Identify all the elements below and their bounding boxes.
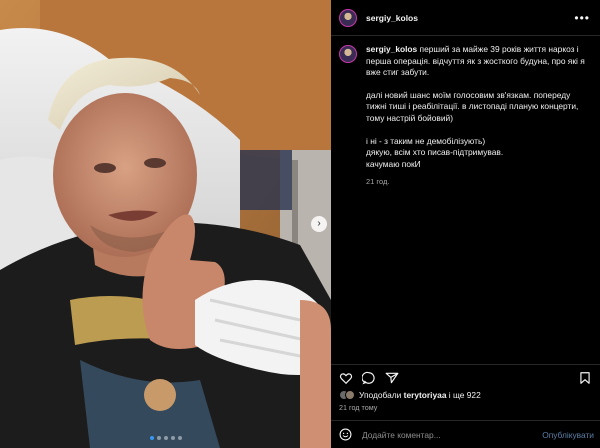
likes-suffix[interactable]: і ще 922 <box>446 390 481 400</box>
post-timestamp[interactable]: 21 год тому <box>339 403 377 412</box>
carousel-dot <box>178 436 182 440</box>
caption-author-avatar[interactable] <box>339 45 357 63</box>
comment-icon[interactable] <box>362 371 376 385</box>
caption-username[interactable]: sergiy_kolos <box>366 44 417 54</box>
photo-illustration <box>0 0 331 448</box>
emoji-icon[interactable] <box>339 428 352 441</box>
comment-input[interactable] <box>362 429 532 440</box>
carousel-dot <box>157 436 161 440</box>
ellipsis-icon[interactable]: ••• <box>574 11 590 25</box>
next-photo-button[interactable]: › <box>311 216 327 232</box>
post-details-panel: sergiy_kolos ••• sergiy_kolos перший за … <box>331 0 600 448</box>
liker-avatar <box>345 390 355 400</box>
publish-button[interactable]: Опублікувати <box>542 430 594 440</box>
post-photo[interactable]: › <box>0 0 331 448</box>
heart-icon[interactable] <box>339 371 353 385</box>
bookmark-icon[interactable] <box>578 371 592 385</box>
likes-text[interactable]: Уподобали terytoriyaa і ще 922 <box>359 390 481 400</box>
carousel-dots <box>150 436 182 440</box>
carousel-dot <box>164 436 168 440</box>
author-username[interactable]: sergiy_kolos <box>366 13 418 23</box>
carousel-dot <box>150 436 154 440</box>
caption-paragraph-3: і ні - з таким не демобілізують) дякую, … <box>366 135 504 169</box>
author-avatar[interactable] <box>339 8 357 27</box>
caption-paragraph-2: далі новий шанс моїм голосовим зв'язкам.… <box>366 89 579 123</box>
likes-prefix: Уподобали <box>359 390 404 400</box>
caption-body: sergiy_kolos перший за майже 39 років жи… <box>366 44 591 188</box>
caption-paragraph-1: sergiy_kolos перший за майже 39 років жи… <box>366 44 591 79</box>
action-bar <box>331 364 600 390</box>
post-header: sergiy_kolos ••• <box>331 0 600 36</box>
share-icon[interactable] <box>385 371 399 385</box>
post-caption: sergiy_kolos перший за майже 39 років жи… <box>339 44 595 188</box>
likes-summary[interactable]: Уподобали terytoriyaa і ще 922 <box>339 390 481 400</box>
comment-bar: Опублікувати <box>331 420 600 448</box>
instagram-post-viewer: › sergiy_kolos ••• sergiy_kolos перший з… <box>0 0 600 448</box>
caption-timestamp: 21 год. <box>366 177 390 187</box>
liker-username[interactable]: terytoriyaa <box>404 390 447 400</box>
carousel-dot <box>171 436 175 440</box>
chevron-right-icon: › <box>317 218 321 229</box>
